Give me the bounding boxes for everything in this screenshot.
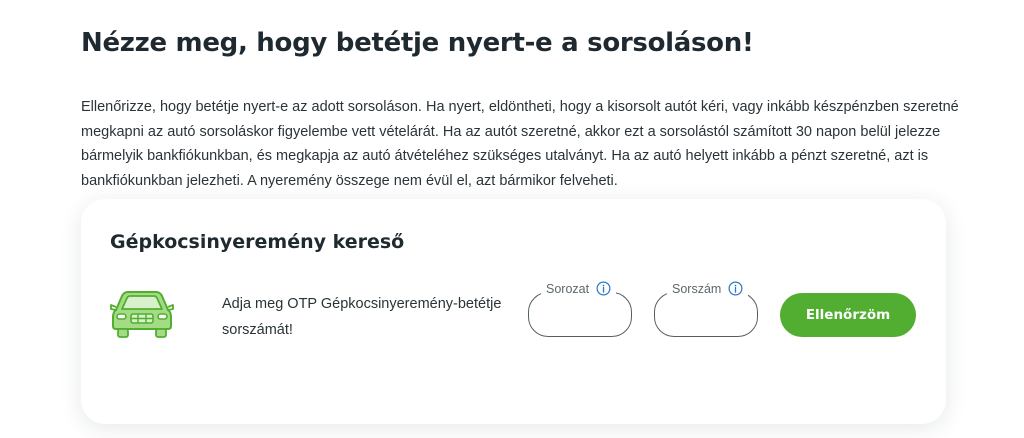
car-icon <box>110 291 174 338</box>
page-title: Nézze meg, hogy betétje nyert-e a sorsol… <box>81 28 754 58</box>
number-field[interactable]: Sorszám <box>654 281 758 337</box>
check-button[interactable]: Ellenőrzöm <box>780 293 916 337</box>
info-icon[interactable] <box>728 281 743 296</box>
info-icon[interactable] <box>596 281 611 296</box>
intro-paragraph: Ellenőrizze, hogy betétje nyert-e az ado… <box>81 99 959 189</box>
series-field[interactable]: Sorozat <box>528 281 632 337</box>
number-input[interactable] <box>667 312 745 332</box>
series-input[interactable] <box>541 312 619 332</box>
finder-prompt: Adja meg OTP Gépkocsinyeremény-betétje s… <box>222 296 502 338</box>
car-prize-finder-card: Gépkocsinyeremény kereső Adja meg OTP Gé… <box>81 199 946 424</box>
series-field-label: Sorozat <box>546 281 590 296</box>
number-field-label: Sorszám <box>672 281 722 296</box>
finder-title: Gépkocsinyeremény kereső <box>110 231 405 253</box>
series-field-label-group: Sorozat <box>541 281 617 296</box>
number-field-label-group: Sorszám <box>667 281 749 296</box>
